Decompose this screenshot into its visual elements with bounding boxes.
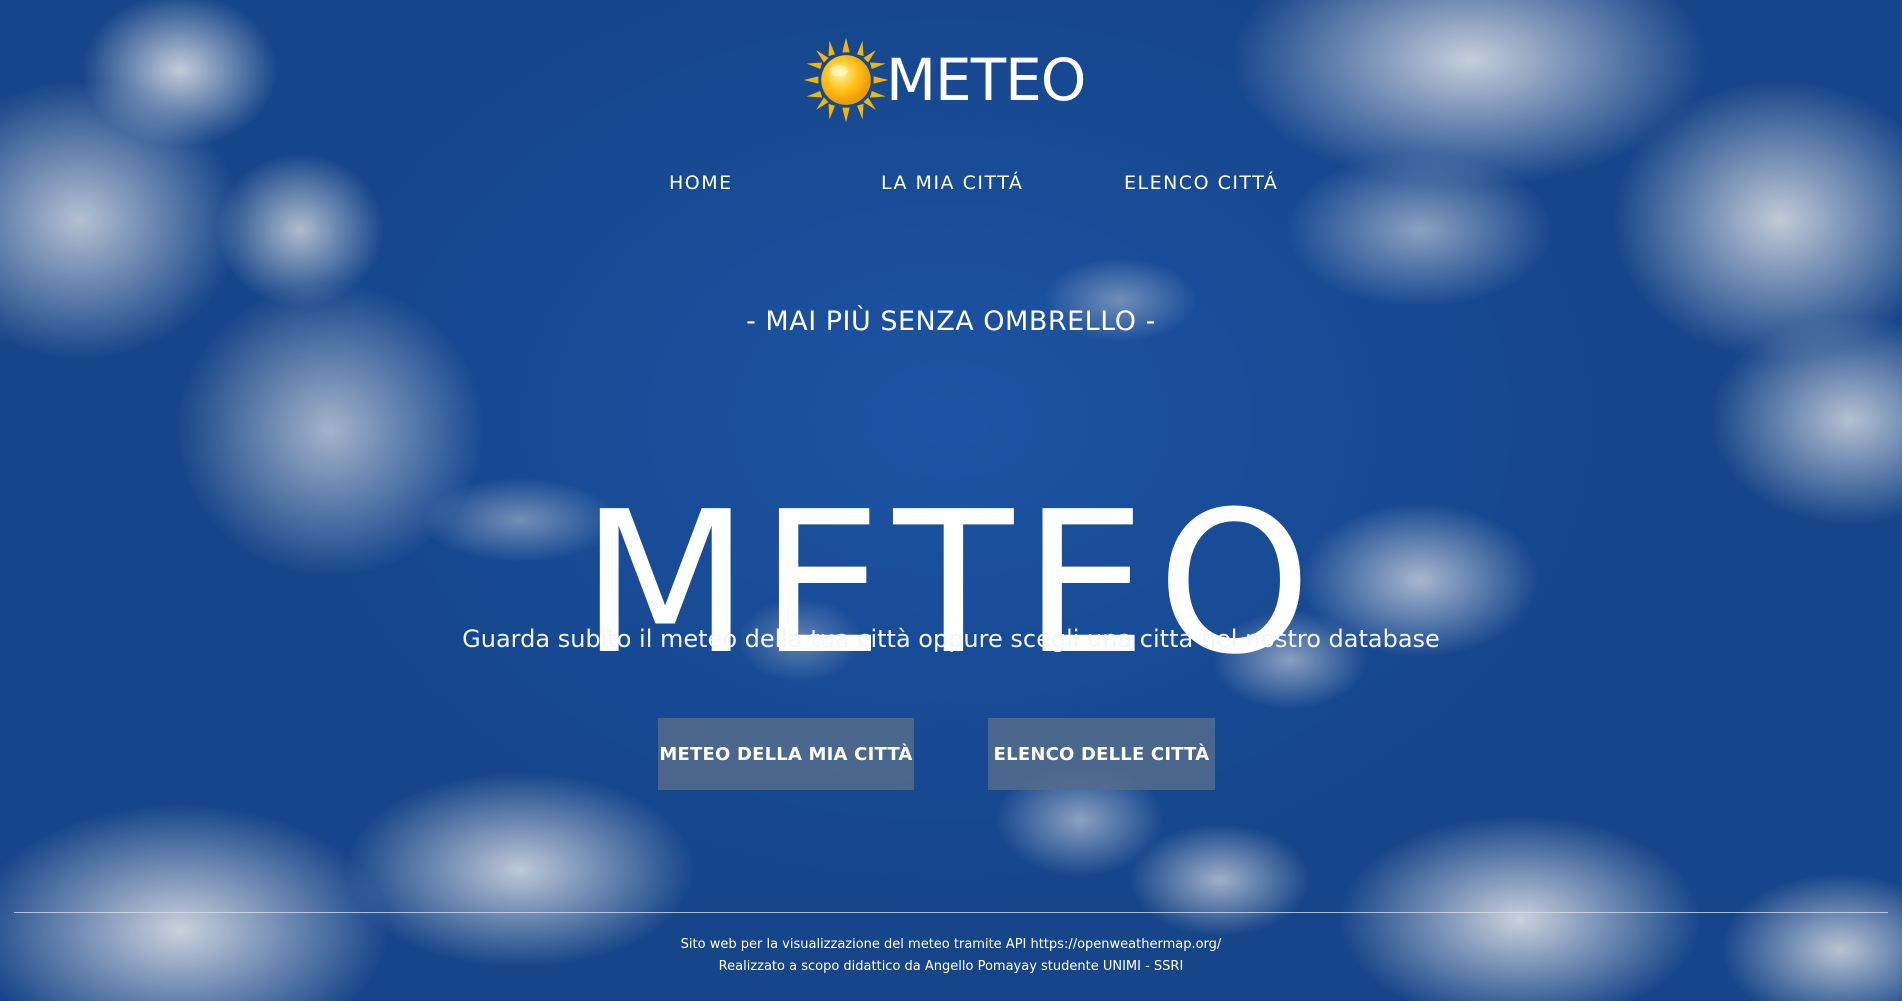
nav-item-home[interactable]: HOME	[669, 172, 733, 194]
hero-subtitle: Guarda subito il meteo della tua città o…	[462, 625, 1440, 653]
footer-line-api: Sito web per la visualizzazione del mete…	[680, 937, 1222, 952]
hero-tagline: - MAI PIÙ SENZA OMBRELLO -	[746, 306, 1156, 337]
sun-icon	[800, 34, 892, 126]
logo-text: METEO	[886, 46, 1086, 114]
footer-divider	[14, 912, 1888, 913]
nav-item-city-list[interactable]: ELENCO CITTÁ	[1124, 172, 1278, 194]
page-content: METEO HOME LA MIA CITTÁ ELENCO CITTÁ - M…	[0, 0, 1902, 1001]
city-list-button[interactable]: ELENCO DELLE CITTÀ	[988, 718, 1215, 790]
site-logo[interactable]: METEO	[800, 30, 1086, 130]
footer: Sito web per la visualizzazione del mete…	[0, 934, 1902, 978]
main-nav: HOME LA MIA CITTÁ ELENCO CITTÁ	[0, 172, 1902, 202]
my-city-weather-button[interactable]: METEO DELLA MIA CITTÀ	[658, 718, 914, 790]
nav-item-my-city[interactable]: LA MIA CITTÁ	[881, 172, 1023, 194]
footer-line-credits: Realizzato a scopo didattico da Angello …	[718, 959, 1184, 974]
